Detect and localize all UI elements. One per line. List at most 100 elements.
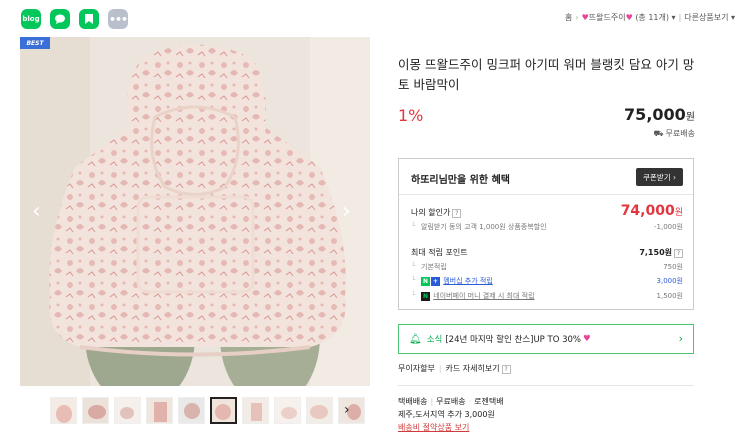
basic-points-value: 750원 bbox=[663, 263, 683, 271]
my-price-value: 74,000 bbox=[620, 203, 675, 219]
thumbnail-image bbox=[51, 398, 76, 423]
prev-image-button[interactable]: ‹ bbox=[32, 199, 41, 224]
thumbnail[interactable] bbox=[178, 397, 205, 424]
extra-fee-note: 제주,도서지역 추가 3,000원 bbox=[398, 410, 495, 419]
card-details-link[interactable]: 카드 자세히보기 bbox=[446, 364, 500, 373]
product-main-image[interactable]: BEST ‹ › bbox=[20, 37, 370, 386]
blog-share-icon[interactable]: blog bbox=[21, 9, 41, 29]
heart-icon: ♥ bbox=[581, 13, 589, 22]
breadcrumb-category[interactable]: 뜨왈드주이 bbox=[589, 13, 626, 22]
shipping-info: ⛟ 무료배송 bbox=[653, 128, 695, 139]
alarm-discount-value: -1,000원 bbox=[653, 223, 683, 231]
breadcrumb-home[interactable]: 홈 bbox=[565, 13, 572, 22]
delivery-fee: 무료배송 bbox=[436, 397, 466, 406]
dropdown-icon[interactable]: ▾ bbox=[669, 13, 676, 22]
npay-points-item: N 네이버페이 머니 결제 시 최대 적립 bbox=[411, 291, 535, 301]
price-unit: 원 bbox=[685, 112, 695, 123]
truck-icon: ⛟ bbox=[653, 129, 664, 138]
alarm-discount-label: 알림받기 동의 고객 1,000원 상품중복할인 bbox=[411, 223, 547, 231]
naver-n-icon: N bbox=[421, 276, 430, 286]
shipping-label: 무료배송 bbox=[665, 129, 695, 138]
benefit-header: 하또리님만을 위한 혜택 쿠폰받기 › bbox=[399, 159, 693, 195]
delivery-carrier: 로젠택배 bbox=[474, 397, 504, 406]
thumbnail-selected[interactable] bbox=[210, 397, 237, 424]
breadcrumb-separator: › bbox=[575, 13, 579, 22]
thumbnail[interactable] bbox=[338, 397, 365, 424]
thumbnail-image bbox=[83, 398, 108, 423]
membership-points-row: N+ 멤버십 추가 적립 3,000원 bbox=[411, 276, 683, 286]
help-icon[interactable]: ? bbox=[674, 249, 683, 258]
alarm-discount-row: 알림받기 동의 고객 1,000원 상품중복할인 -1,000원 bbox=[411, 222, 683, 232]
installment-label: 무이자할부 bbox=[398, 364, 435, 373]
breadcrumb: 홈 › ♥뜨왈드주이♥ (총 11개) ▾ | 다른상품보기 ▾ bbox=[565, 12, 735, 23]
price-value: 75,000 bbox=[624, 105, 686, 124]
delivery-info: 택배배송 | 무료배송 · 로젠택배 제주,도서지역 추가 3,000원 배송비 절약상… bbox=[398, 395, 504, 434]
basic-points-row: 기본적립 750원 bbox=[411, 262, 683, 272]
plus-icon: + bbox=[431, 276, 440, 286]
best-badge: BEST bbox=[20, 37, 50, 49]
thumbnail[interactable] bbox=[242, 397, 269, 424]
membership-points-link[interactable]: 멤버십 추가 적립 bbox=[443, 277, 493, 285]
my-price: 74,000원 bbox=[621, 203, 683, 219]
top-bar: blog ••• 홈 › ♥뜨왈드주이♥ (총 11개) ▾ | 다른상품보기 ▾ bbox=[0, 0, 743, 36]
points-value: 7,150원 bbox=[639, 248, 672, 257]
bookmark-share-icon[interactable] bbox=[79, 9, 99, 29]
my-price-label: 나의 할인가 bbox=[411, 208, 451, 217]
news-label: 소식 bbox=[426, 335, 443, 345]
thumbnail[interactable] bbox=[274, 397, 301, 424]
product-price: 75,000원 bbox=[624, 105, 695, 124]
separator: | bbox=[438, 364, 442, 373]
thumbnail-image bbox=[307, 398, 332, 423]
thumbnail[interactable] bbox=[82, 397, 109, 424]
membership-points-item: N+ 멤버십 추가 적립 bbox=[411, 276, 493, 286]
separator: · bbox=[468, 397, 472, 406]
other-products-link[interactable]: 다른상품보기 bbox=[684, 13, 728, 22]
thumbnail[interactable] bbox=[306, 397, 333, 424]
thumbnail-image bbox=[115, 398, 140, 423]
separator: | bbox=[430, 397, 434, 406]
npay-points-link[interactable]: 네이버페이 머니 결제 시 최대 적립 bbox=[433, 292, 534, 300]
breadcrumb-separator: | bbox=[678, 13, 682, 22]
benefit-title: 하또리님만을 위한 혜택 bbox=[411, 175, 510, 186]
dropdown-icon[interactable]: ▾ bbox=[728, 13, 735, 22]
thumbnail-image bbox=[147, 398, 172, 423]
more-share-button[interactable]: ••• bbox=[108, 9, 128, 29]
npay-icon: N bbox=[421, 291, 430, 301]
heart-icon: ♥ bbox=[625, 13, 633, 22]
points-value-wrap: 7,150원? bbox=[639, 247, 683, 258]
product-title: 이몽 뜨왈드주이 밍크퍼 아기띠 워머 블랭킷 담요 아기 망토 바람막이 bbox=[398, 57, 695, 92]
basic-points-label: 기본적립 bbox=[411, 263, 447, 271]
points-row: 최대 적립 포인트 7,150원? bbox=[411, 247, 683, 258]
delivery-type: 택배배송 bbox=[398, 397, 428, 406]
help-icon[interactable]: ? bbox=[452, 209, 462, 218]
thumbnail[interactable] bbox=[146, 397, 173, 424]
divider bbox=[398, 385, 694, 386]
thumbnail-next-button[interactable]: › bbox=[344, 402, 350, 418]
npay-points-value: 1,500원 bbox=[656, 292, 683, 300]
store-news-banner[interactable]: 🔔︎ 소식 [24년 마지막 할인 찬스]UP TO 30% ♥ › bbox=[398, 324, 694, 354]
thumbnail-image bbox=[275, 398, 300, 423]
my-price-unit: 원 bbox=[674, 208, 683, 218]
thumbnail[interactable] bbox=[50, 397, 77, 424]
next-image-button[interactable]: › bbox=[342, 199, 351, 224]
discount-rate: 1% bbox=[398, 106, 424, 125]
bell-icon: 🔔︎ bbox=[409, 333, 422, 345]
heart-icon: ♥ bbox=[583, 334, 591, 344]
thumbnail-strip bbox=[50, 397, 365, 425]
breadcrumb-count: (총 11개) bbox=[635, 13, 669, 22]
thumbnail[interactable] bbox=[114, 397, 141, 424]
delivery-line: 택배배송 | 무료배송 · 로젠택배 bbox=[398, 395, 504, 408]
points-label: 최대 적립 포인트 bbox=[411, 248, 468, 257]
bookmark-icon bbox=[85, 14, 93, 24]
talk-share-icon[interactable] bbox=[50, 9, 70, 29]
news-text: [24년 마지막 할인 찬스]UP TO 30% bbox=[445, 335, 581, 345]
shipping-saving-link[interactable]: 배송비 절약상품 보기 bbox=[398, 421, 504, 434]
membership-points-value: 3,000원 bbox=[656, 277, 683, 285]
chat-bubble-icon bbox=[55, 14, 65, 24]
installment-row: 무이자할부 | 카드 자세히보기? bbox=[398, 363, 511, 374]
help-icon[interactable]: ? bbox=[501, 365, 511, 374]
chevron-right-icon: › bbox=[678, 332, 683, 345]
coupon-button[interactable]: 쿠폰받기 › bbox=[636, 168, 683, 186]
benefit-box: 하또리님만을 위한 혜택 쿠폰받기 › 나의 할인가? 74,000원 알림받기… bbox=[398, 158, 694, 310]
my-price-row: 나의 할인가? 74,000원 bbox=[411, 203, 683, 219]
